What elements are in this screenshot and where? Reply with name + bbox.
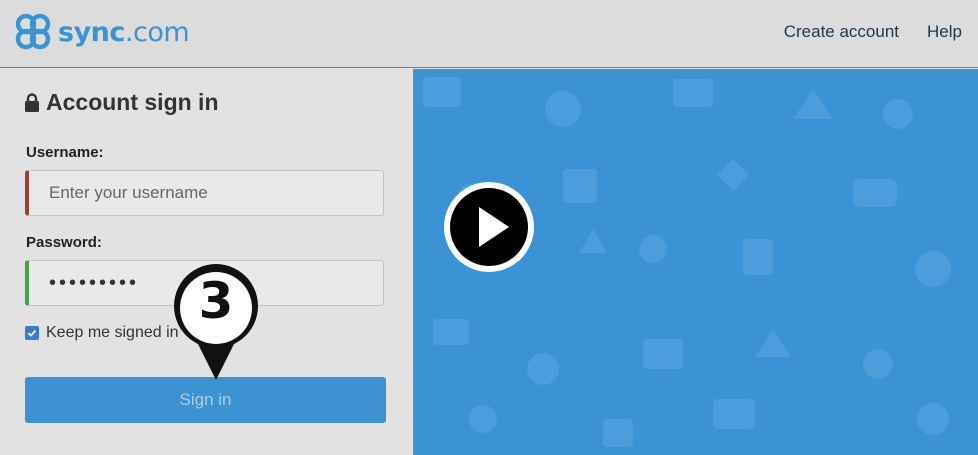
- create-account-link[interactable]: Create account: [784, 22, 899, 42]
- sync-logo-icon: [15, 13, 51, 50]
- top-header: sync.com Create account Help: [0, 0, 978, 68]
- step-marker: 3: [168, 264, 264, 382]
- hero-video-area: [413, 69, 978, 455]
- help-link[interactable]: Help: [927, 22, 962, 42]
- remember-label: Keep me signed in: [46, 324, 179, 341]
- logo-wordmark: sync.com: [58, 16, 190, 48]
- step-number: 3: [198, 272, 234, 330]
- play-video-button[interactable]: [443, 181, 535, 273]
- username-input[interactable]: [25, 170, 384, 216]
- page-title-text: Account sign in: [46, 89, 219, 115]
- sync-logo[interactable]: sync.com: [12, 12, 190, 52]
- username-label: Username:: [26, 144, 104, 161]
- signin-button[interactable]: Sign in: [25, 377, 386, 423]
- remember-me: Keep me signed in: [25, 324, 179, 342]
- top-nav: Create account Help: [784, 22, 962, 42]
- signin-panel: Account sign in Username: Password: Keep…: [0, 69, 413, 455]
- checkmark-icon: [27, 329, 37, 337]
- password-label: Password:: [26, 234, 102, 251]
- page-title: Account sign in: [24, 89, 219, 116]
- remember-checkbox[interactable]: [25, 326, 39, 340]
- lock-icon: [25, 93, 39, 112]
